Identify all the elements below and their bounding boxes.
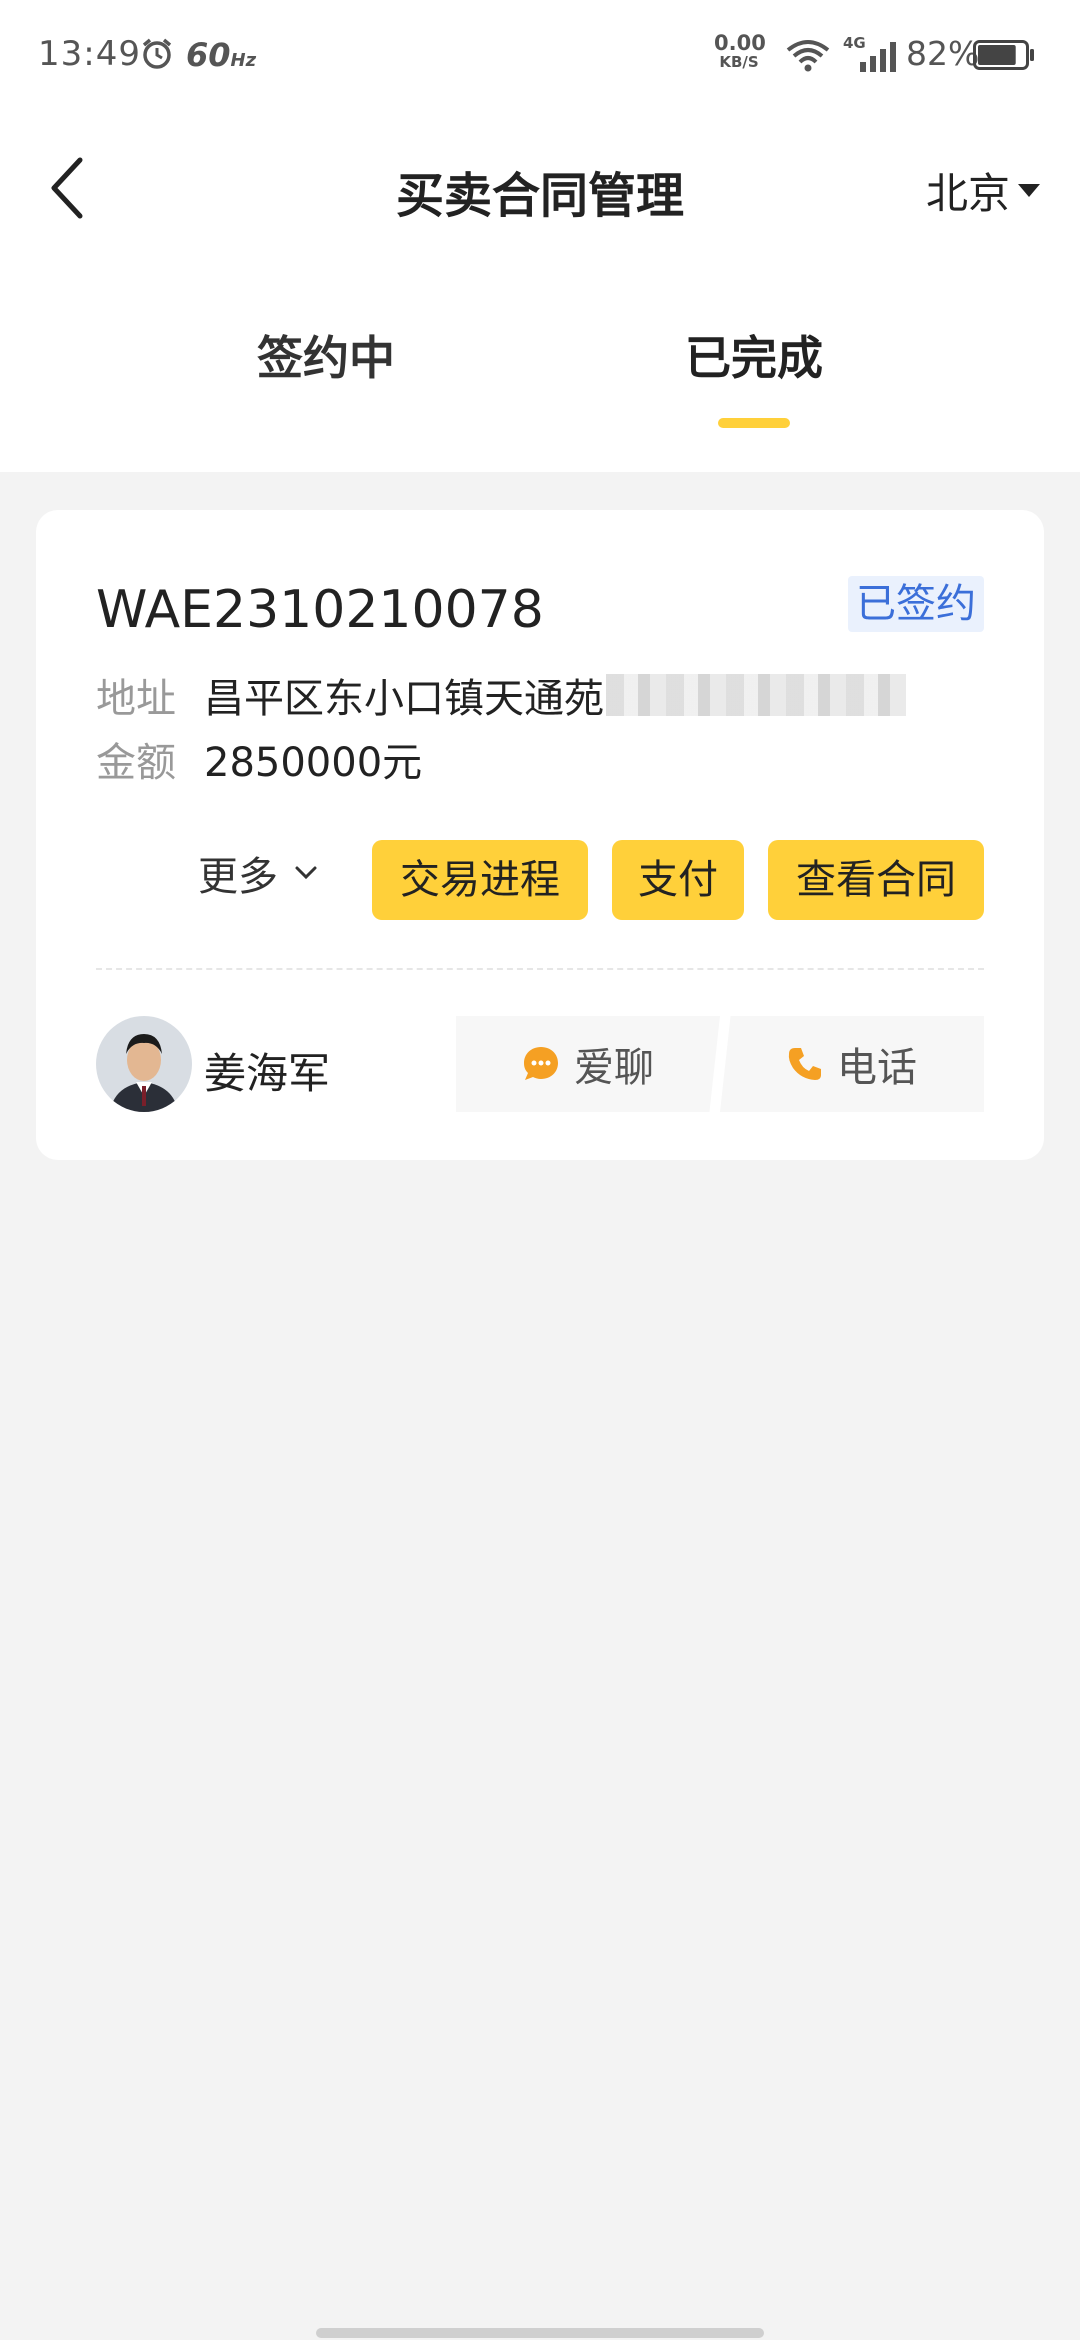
chat-button[interactable]: 爱聊 <box>456 1016 720 1112</box>
status-bar: 13:49 60Hz 0.00 KB/S 4G 82% <box>0 0 1080 110</box>
chat-bubble-icon <box>524 1047 558 1080</box>
pay-button[interactable]: 支付 <box>612 840 744 920</box>
battery-icon <box>973 40 1034 70</box>
address-label: 地址 <box>96 676 176 722</box>
status-time: 13:49 <box>38 34 141 74</box>
alarm-icon <box>142 38 172 69</box>
refresh-rate: 60Hz <box>186 36 257 74</box>
phone-label: 电话 <box>837 1045 917 1091</box>
agent-name: 姜海军 <box>204 1049 331 1098</box>
amount-row: 金额 2850000元 <box>96 730 422 788</box>
signal-icon <box>860 42 896 72</box>
more-dropdown[interactable]: 更多 <box>198 844 318 902</box>
phone-icon <box>788 1048 821 1080</box>
contract-number: WAE2310210078 <box>96 580 544 640</box>
tab-completed[interactable]: 已完成 <box>624 322 884 388</box>
net-speed: 0.00 KB/S <box>714 31 766 72</box>
wifi-icon <box>786 40 830 72</box>
agent-avatar[interactable] <box>96 1016 192 1112</box>
tab-signing[interactable]: 签约中 <box>196 322 456 388</box>
address-row: 地址 昌平区东小口镇天通苑 <box>96 666 906 724</box>
transaction-progress-button[interactable]: 交易进程 <box>372 840 588 920</box>
caret-down-icon <box>1018 183 1040 197</box>
contract-card[interactable]: WAE2310210078 已签约 地址 昌平区东小口镇天通苑 金额 28500… <box>36 510 1044 1160</box>
chat-label: 爱聊 <box>574 1045 654 1091</box>
amount-value: 2850000元 <box>204 740 423 786</box>
chevron-down-icon <box>295 866 317 880</box>
city-selector[interactable]: 北京 <box>926 160 1040 221</box>
address-redacted <box>606 674 906 716</box>
phone-button[interactable]: 电话 <box>720 1016 984 1112</box>
city-label: 北京 <box>925 169 1010 218</box>
battery-percent: 82% <box>906 34 980 73</box>
active-tab-indicator <box>718 418 790 428</box>
divider <box>96 968 984 970</box>
page-title: 买卖合同管理 <box>395 168 684 224</box>
more-label: 更多 <box>198 854 278 900</box>
amount-label: 金额 <box>96 740 176 786</box>
view-contract-button[interactable]: 查看合同 <box>768 840 984 920</box>
home-indicator[interactable] <box>316 2328 764 2338</box>
status-badge: 已签约 <box>848 576 984 632</box>
address-value: 昌平区东小口镇天通苑 <box>204 676 604 722</box>
contact-actions: 爱聊 电话 <box>456 1016 984 1112</box>
